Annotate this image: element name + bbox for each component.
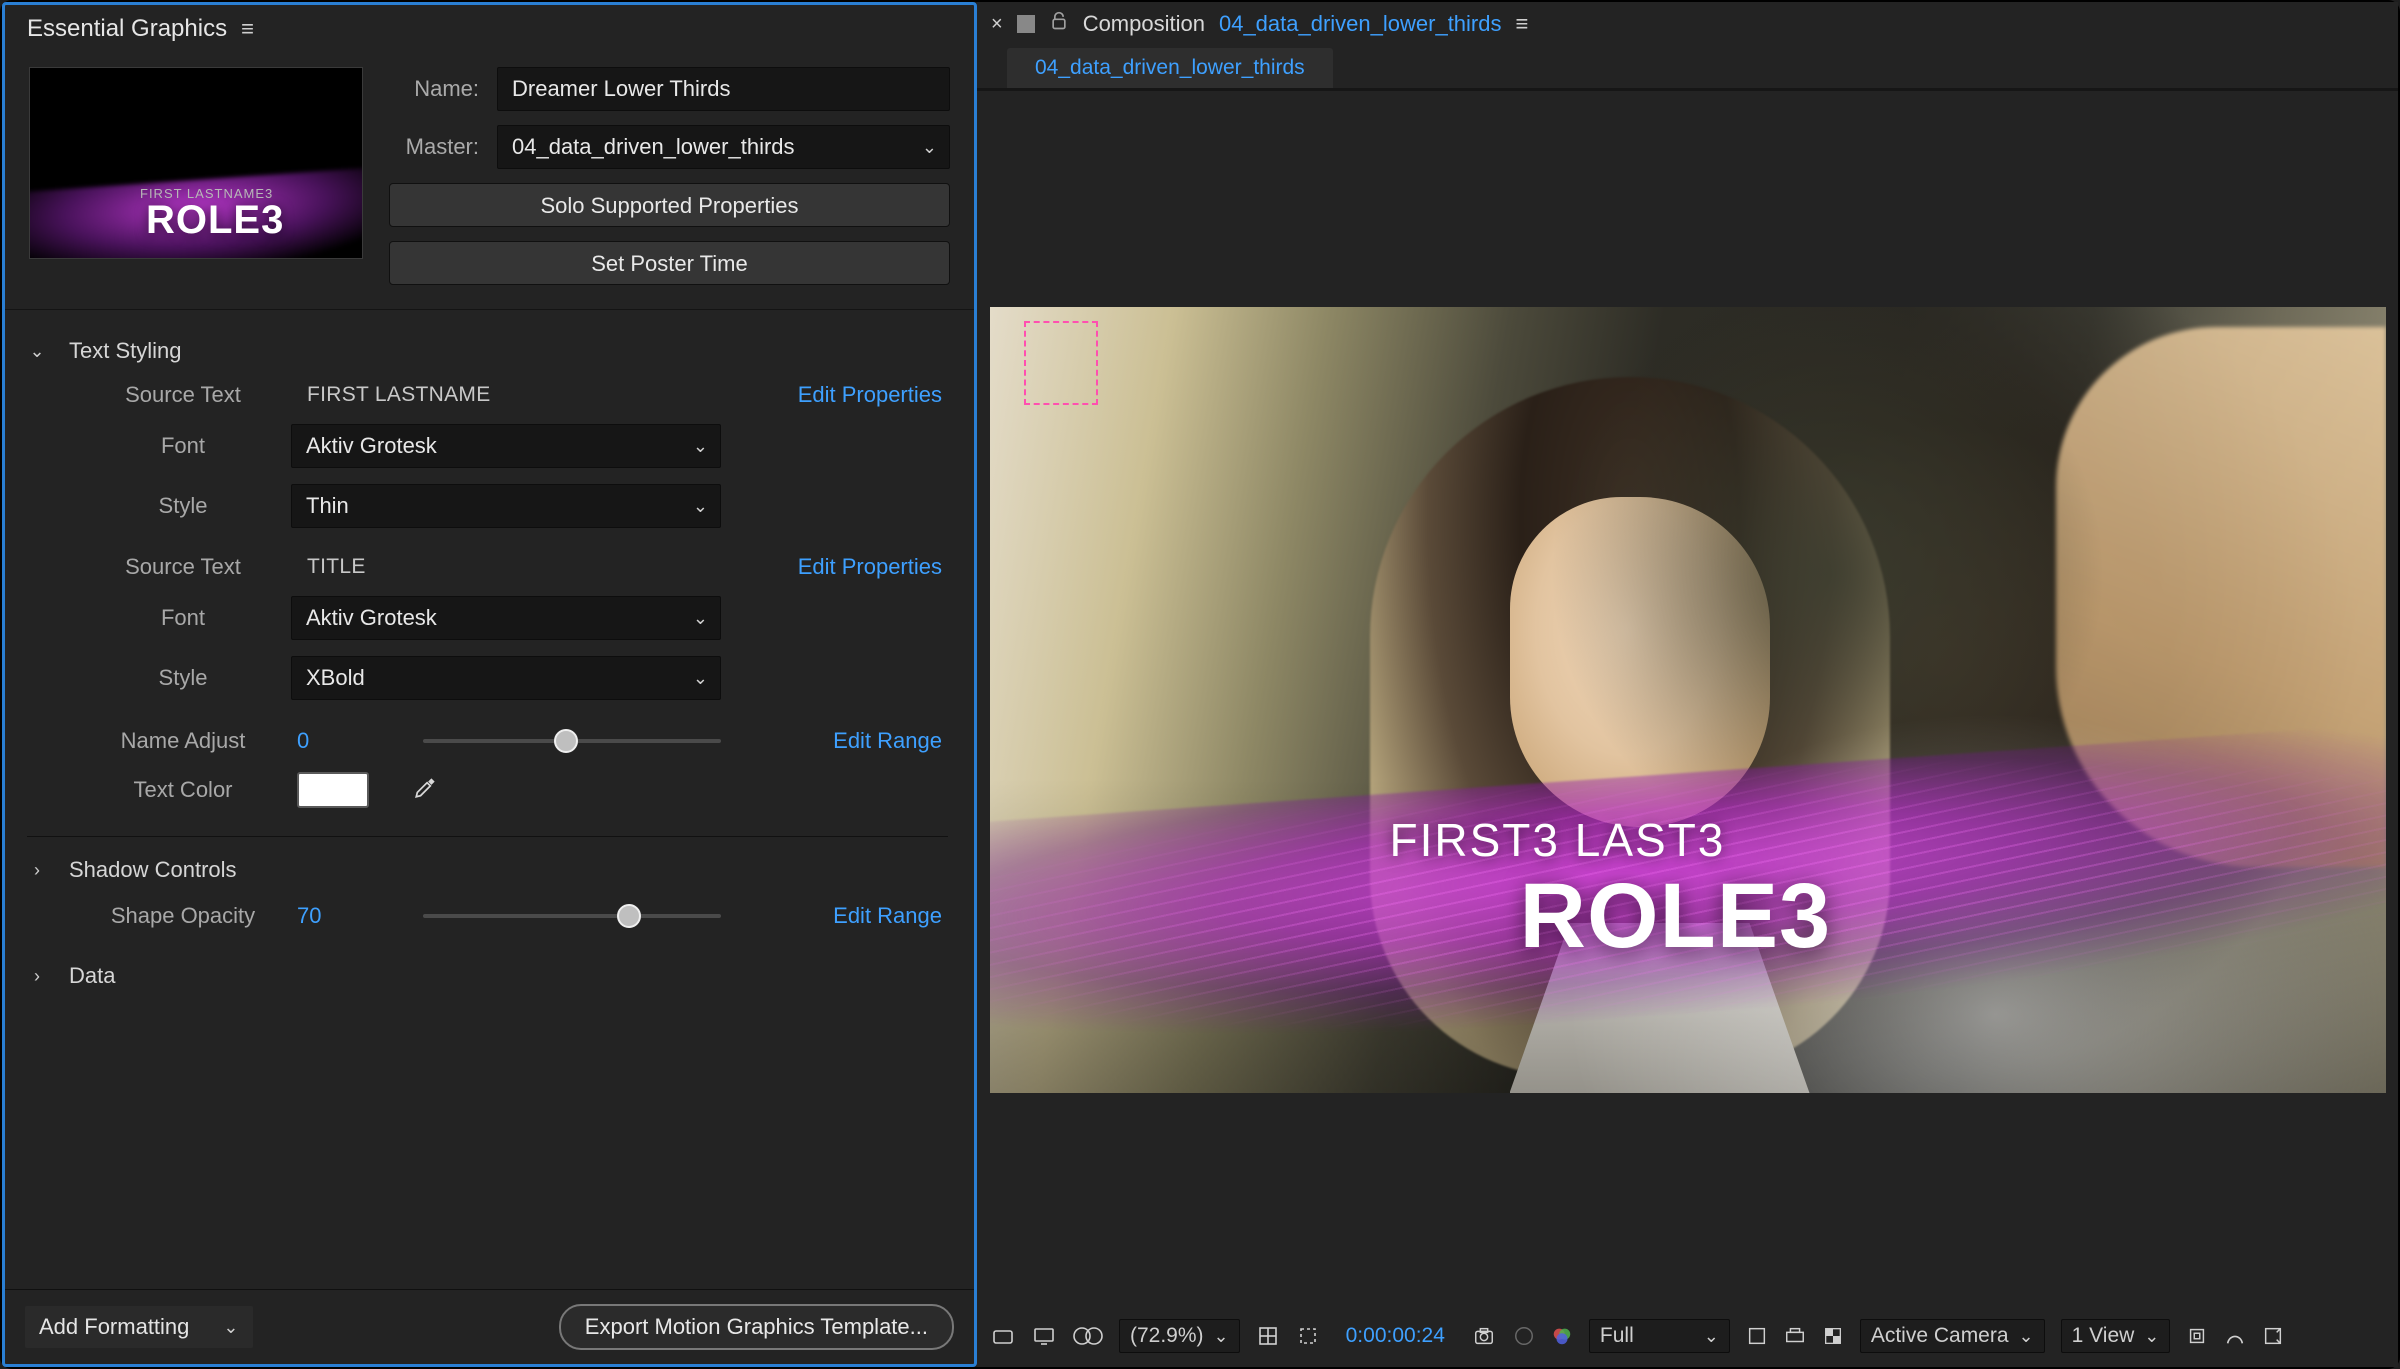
chevron-down-icon: ⌄ <box>693 668 708 689</box>
chevron-down-icon: ⌄ <box>1214 1326 1229 1347</box>
section-data[interactable]: › Data <box>27 951 948 1001</box>
panel-header: Essential Graphics ≡ <box>5 5 974 53</box>
lock-icon[interactable] <box>1049 10 1069 38</box>
panel-menu-icon[interactable]: ≡ <box>1516 13 1529 35</box>
section-label: Data <box>69 963 115 989</box>
mask-icon[interactable] <box>1073 1325 1103 1347</box>
eyedropper-icon[interactable] <box>413 774 439 806</box>
chevron-down-icon: ⌄ <box>693 436 708 457</box>
name-adjust-slider[interactable] <box>423 726 721 756</box>
timeline-icon[interactable] <box>2262 1325 2284 1347</box>
camera-select[interactable]: Active Camera ⌄ <box>1860 1319 2045 1353</box>
style-select-1[interactable]: Thin ⌄ <box>291 484 721 528</box>
section-label: Shadow Controls <box>69 857 237 883</box>
master-select[interactable]: 04_data_driven_lower_thirds ⌄ <box>497 125 950 169</box>
panel-top: FIRST LASTNAME3 ROLE3 Name: Dreamer Lowe… <box>5 53 974 310</box>
chevron-down-icon: ⌄ <box>922 137 937 158</box>
selection-marker <box>1024 321 1098 405</box>
chevron-down-icon: ⌄ <box>1704 1326 1719 1347</box>
twirl-right-icon[interactable]: › <box>27 966 47 987</box>
thumb-role-text: ROLE3 <box>146 198 284 243</box>
master-value: 04_data_driven_lower_thirds <box>512 134 795 160</box>
chevron-down-icon: ⌄ <box>693 608 708 629</box>
solo-supported-button[interactable]: Solo Supported Properties <box>389 183 950 227</box>
essential-graphics-panel: Essential Graphics ≡ FIRST LASTNAME3 ROL… <box>2 2 977 1367</box>
style-label-2: Style <box>75 665 291 691</box>
source-text-1: FIRST LASTNAME <box>291 383 721 407</box>
name-adjust-label: Name Adjust <box>75 728 291 754</box>
lower-third-role: ROLE3 <box>1520 864 1832 969</box>
shape-opacity-value[interactable]: 70 <box>291 903 321 929</box>
comp-name-link[interactable]: 04_data_driven_lower_thirds <box>1219 11 1502 37</box>
close-tab-icon[interactable]: × <box>991 13 1003 36</box>
font-select-1[interactable]: Aktiv Grotesk ⌄ <box>291 424 721 468</box>
add-formatting-select[interactable]: Add Formatting ⌄ <box>25 1306 253 1348</box>
chevron-down-icon: ⌄ <box>2144 1326 2159 1347</box>
section-shadow-controls[interactable]: › Shadow Controls <box>27 845 948 895</box>
font-select-2[interactable]: Aktiv Grotesk ⌄ <box>291 596 721 640</box>
twirl-right-icon[interactable]: › <box>27 860 47 881</box>
magnify-icon[interactable] <box>991 1324 1015 1348</box>
grid-icon[interactable] <box>1746 1325 1768 1347</box>
export-mogrt-button[interactable]: Export Motion Graphics Template... <box>559 1304 954 1350</box>
edit-range-2[interactable]: Edit Range <box>721 903 948 929</box>
flowchart-tab[interactable]: 04_data_driven_lower_thirds <box>1007 48 1333 88</box>
tab-color-icon <box>1017 15 1035 33</box>
edit-properties-2[interactable]: Edit Properties <box>721 554 948 580</box>
color-mgmt-icon[interactable] <box>1551 1325 1573 1347</box>
name-adjust-value[interactable]: 0 <box>291 728 309 754</box>
section-text-styling[interactable]: ⌄ Text Styling <box>27 326 948 376</box>
zoom-select[interactable]: (72.9%) ⌄ <box>1119 1319 1240 1353</box>
style-select-2[interactable]: XBold ⌄ <box>291 656 721 700</box>
comp-label: Composition <box>1083 11 1205 37</box>
transparency-icon[interactable] <box>1822 1325 1844 1347</box>
name-input[interactable]: Dreamer Lower Thirds <box>497 67 950 111</box>
name-label: Name: <box>389 76 479 102</box>
fast-previews-icon[interactable] <box>2224 1325 2246 1347</box>
panel-menu-icon[interactable]: ≡ <box>241 18 254 40</box>
panel-title: Essential Graphics <box>27 15 227 43</box>
comp-header: × Composition 04_data_driven_lower_third… <box>977 2 2398 44</box>
source-text-2: TITLE <box>291 555 721 579</box>
source-text-label: Source Text <box>75 382 291 408</box>
font-label-2: Font <box>75 605 291 631</box>
roi-icon[interactable] <box>1296 1324 1320 1348</box>
edit-properties-1[interactable]: Edit Properties <box>721 382 948 408</box>
composition-panel: × Composition 04_data_driven_lower_third… <box>977 2 2398 1367</box>
shape-opacity-label: Shape Opacity <box>75 903 291 929</box>
source-text-label-2: Source Text <box>75 554 291 580</box>
pixel-aspect-icon[interactable] <box>2186 1325 2208 1347</box>
channels-icon[interactable] <box>1513 1325 1535 1347</box>
text-color-swatch[interactable] <box>297 772 369 808</box>
views-select[interactable]: 1 View ⌄ <box>2061 1319 2171 1353</box>
quality-select[interactable]: Full ⌄ <box>1589 1319 1730 1353</box>
chevron-down-icon: ⌄ <box>693 496 708 517</box>
viewer-footer: (72.9%) ⌄ 0:00:00:24 Full ⌄ Active Camer… <box>977 1309 2398 1367</box>
resolution-icon[interactable] <box>1256 1324 1280 1348</box>
edit-range-1[interactable]: Edit Range <box>721 728 948 754</box>
font-label-1: Font <box>75 433 291 459</box>
lower-third-name: FIRST3 LAST3 <box>1390 813 1726 867</box>
section-label: Text Styling <box>69 338 182 364</box>
master-label: Master: <box>389 134 479 160</box>
set-poster-time-button[interactable]: Set Poster Time <box>389 241 950 285</box>
chevron-down-icon: ⌄ <box>2019 1326 2034 1347</box>
guides-icon[interactable] <box>1784 1325 1806 1347</box>
twirl-down-icon[interactable]: ⌄ <box>27 341 47 362</box>
style-label-1: Style <box>75 493 291 519</box>
poster-thumbnail[interactable]: FIRST LASTNAME3 ROLE3 <box>29 67 363 259</box>
display-icon[interactable] <box>1031 1324 1057 1348</box>
text-color-label: Text Color <box>75 777 291 803</box>
timecode-display[interactable]: 0:00:00:24 <box>1336 1320 1455 1352</box>
chevron-down-icon: ⌄ <box>223 1317 238 1338</box>
snapshot-icon[interactable] <box>1471 1325 1497 1347</box>
shape-opacity-slider[interactable] <box>423 901 721 931</box>
composition-viewer[interactable]: FIRST3 LAST3 ROLE3 <box>990 307 2386 1093</box>
